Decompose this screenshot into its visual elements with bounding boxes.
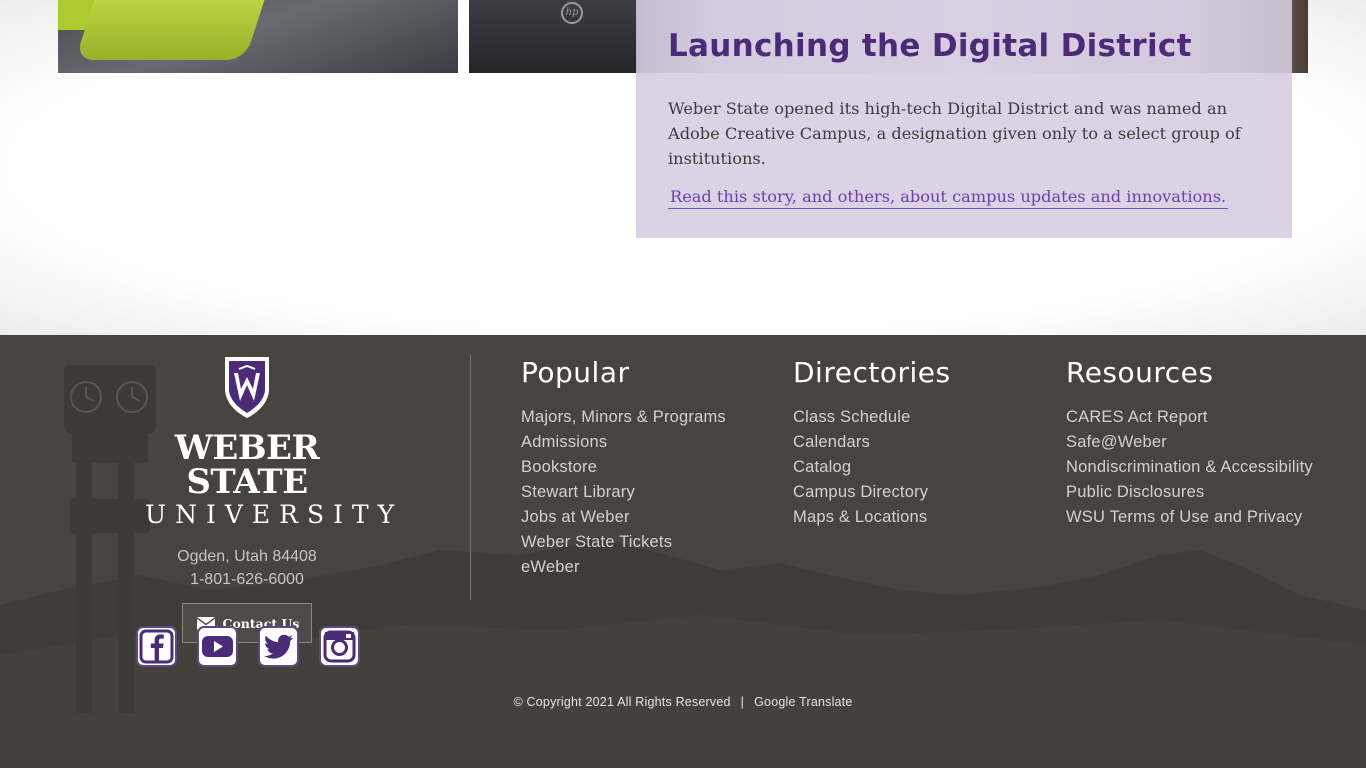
twitter-link[interactable] bbox=[258, 626, 299, 667]
popular-links: Majors, Minors & Programs Admissions Boo… bbox=[521, 405, 726, 580]
resources-heading: Resources bbox=[1066, 356, 1214, 389]
link-campus-directory[interactable]: Campus Directory bbox=[793, 483, 928, 501]
link-eweber[interactable]: eWeber bbox=[521, 558, 580, 576]
link-maps-locations[interactable]: Maps & Locations bbox=[793, 508, 927, 526]
story-link[interactable]: Read this story, and others, about campu… bbox=[668, 187, 1229, 209]
story-card: Launching the Digital District Weber Sta… bbox=[636, 0, 1292, 238]
link-jobs-at-weber[interactable]: Jobs at Weber bbox=[521, 508, 630, 526]
directories-column: Directories Class Schedule Calendars Cat… bbox=[793, 355, 951, 530]
link-admissions[interactable]: Admissions bbox=[521, 433, 607, 451]
logo-wordmark-line2: UNIVERSITY bbox=[145, 500, 404, 529]
story-title: Launching the Digital District bbox=[668, 28, 1192, 64]
youtube-link[interactable] bbox=[197, 626, 238, 667]
link-majors-minors-programs[interactable]: Majors, Minors & Programs bbox=[521, 408, 726, 426]
link-weber-state-tickets[interactable]: Weber State Tickets bbox=[521, 533, 672, 551]
logo-wordmark-line1: WEBER STATE bbox=[174, 428, 320, 502]
popular-heading: Popular bbox=[521, 356, 630, 389]
link-catalog[interactable]: Catalog bbox=[793, 458, 851, 476]
youtube-icon bbox=[202, 636, 233, 657]
directories-heading: Directories bbox=[793, 356, 951, 389]
footer-divider bbox=[470, 355, 471, 600]
story-body: Weber State opened its high-tech Digital… bbox=[668, 99, 1241, 168]
instagram-icon bbox=[323, 630, 356, 663]
directories-links: Class Schedule Calendars Catalog Campus … bbox=[793, 405, 951, 530]
link-stewart-library[interactable]: Stewart Library bbox=[521, 483, 635, 501]
instagram-link[interactable] bbox=[319, 626, 360, 667]
link-calendars[interactable]: Calendars bbox=[793, 433, 870, 451]
content-area: hp Launching the Digital District Weber … bbox=[0, 0, 1366, 335]
link-public-disclosures[interactable]: Public Disclosures bbox=[1066, 483, 1204, 501]
link-nondiscrimination-accessibility[interactable]: Nondiscrimination & Accessibility bbox=[1066, 458, 1313, 476]
resources-column: Resources CARES Act Report Safe@Weber No… bbox=[1066, 355, 1313, 530]
social-links bbox=[136, 626, 360, 667]
link-cares-act-report[interactable]: CARES Act Report bbox=[1066, 408, 1208, 426]
twitter-icon bbox=[264, 634, 293, 659]
google-translate-link[interactable]: Google Translate bbox=[754, 695, 852, 709]
footer-logo-block: WEBER STATE UNIVERSITY Ogden, Utah 84408… bbox=[137, 355, 404, 643]
facebook-icon bbox=[139, 629, 174, 664]
resources-links: CARES Act Report Safe@Weber Nondiscrimin… bbox=[1066, 405, 1313, 530]
link-bookstore[interactable]: Bookstore bbox=[521, 458, 597, 476]
address: Ogden, Utah 84408 bbox=[177, 548, 317, 565]
hp-logo-icon: hp bbox=[561, 2, 583, 24]
wsu-shield-icon[interactable] bbox=[223, 355, 271, 419]
link-terms-of-use-privacy[interactable]: WSU Terms of Use and Privacy bbox=[1066, 508, 1302, 526]
copyright-text: © Copyright 2021 All Rights Reserved bbox=[513, 695, 731, 709]
photo-lounge bbox=[58, 0, 458, 73]
copyright-bar: © Copyright 2021 All Rights Reserved | Goo… bbox=[0, 695, 1366, 709]
phone-number: 1-801-626-6000 bbox=[190, 571, 304, 588]
link-class-schedule[interactable]: Class Schedule bbox=[793, 408, 910, 426]
site-footer: WEBER STATE UNIVERSITY Ogden, Utah 84408… bbox=[0, 335, 1366, 768]
facebook-link[interactable] bbox=[136, 626, 177, 667]
popular-column: Popular Majors, Minors & Programs Admiss… bbox=[521, 355, 726, 580]
separator: | bbox=[740, 695, 745, 709]
link-safe-at-weber[interactable]: Safe@Weber bbox=[1066, 433, 1167, 451]
